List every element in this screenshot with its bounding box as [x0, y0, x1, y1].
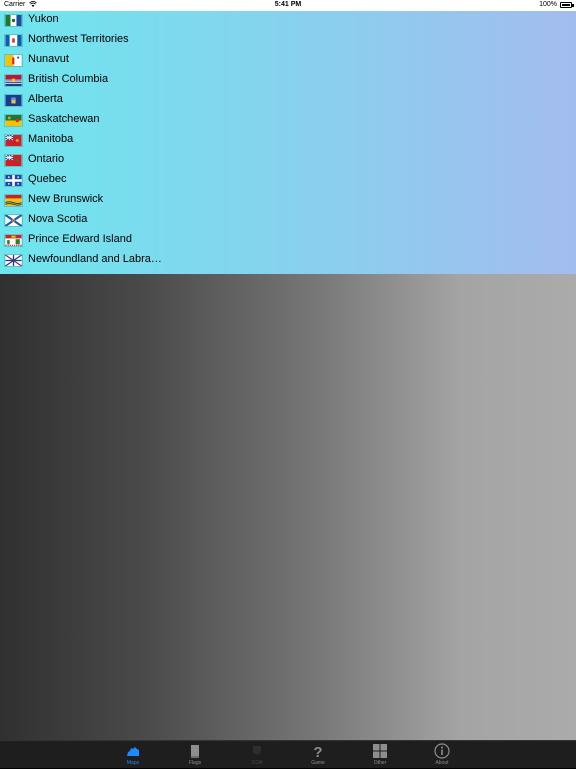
- list-item[interactable]: Nunavut: [0, 51, 576, 71]
- map-view[interactable]: [0, 274, 576, 740]
- question-mark-icon: ?: [313, 744, 322, 759]
- battery-percent: 100%: [539, 1, 557, 8]
- tab-maps[interactable]: Maps: [113, 741, 153, 769]
- newfoundland-flag-icon: [4, 254, 23, 267]
- tab-about[interactable]: About: [422, 741, 462, 769]
- province-name: Yukon: [28, 13, 59, 25]
- yukon-flag-icon: [4, 14, 23, 27]
- province-name: Northwest Territories: [28, 33, 129, 45]
- saskatchewan-flag-icon: [4, 114, 23, 127]
- list-item[interactable]: Newfoundland and Labra…: [0, 251, 576, 271]
- province-name: British Columbia: [28, 73, 109, 85]
- list-item[interactable]: Saskatchewan: [0, 111, 576, 131]
- list-item[interactable]: Yukon: [0, 11, 576, 31]
- tab-label: Flags: [188, 760, 202, 766]
- nova-scotia-flag-icon: [4, 214, 23, 227]
- nunavut-flag-icon: [4, 54, 23, 67]
- province-name: Newfoundland and Labra…: [28, 253, 162, 265]
- province-name: Nunavut: [28, 53, 69, 65]
- list-item[interactable]: Manitoba: [0, 131, 576, 151]
- quebec-flag-icon: [4, 174, 23, 187]
- tab-bar: Maps Flags COA ? Game Other About: [0, 740, 576, 768]
- list-item[interactable]: Alberta: [0, 91, 576, 111]
- list-item[interactable]: Nova Scotia: [0, 211, 576, 231]
- province-name: Nova Scotia: [28, 213, 88, 225]
- coat-of-arms-icon: [253, 746, 261, 755]
- province-name: Saskatchewan: [28, 113, 100, 125]
- british-columbia-flag-icon: [4, 74, 23, 87]
- manitoba-flag-icon: [4, 134, 23, 147]
- province-name: Ontario: [28, 153, 65, 165]
- tab-game[interactable]: ? Game: [298, 741, 338, 769]
- svg-text:?: ?: [313, 744, 322, 759]
- map-icon: [127, 747, 139, 756]
- ontario-flag-icon: [4, 154, 23, 167]
- province-name: Quebec: [28, 173, 67, 185]
- province-name: Manitoba: [28, 133, 74, 145]
- province-name: New Brunswick: [28, 193, 104, 205]
- list-item[interactable]: Quebec: [0, 171, 576, 191]
- tab-other[interactable]: Other: [360, 741, 400, 769]
- province-list[interactable]: Yukon Northwest Territories Nunavut Brit…: [0, 11, 576, 274]
- tab-label: Other: [373, 760, 387, 766]
- flag-icon: [191, 745, 199, 758]
- list-item[interactable]: Ontario: [0, 151, 576, 171]
- northwest-territories-flag-icon: [4, 34, 23, 47]
- tab-label: Maps: [126, 760, 140, 766]
- prince-edward-island-flag-icon: [4, 234, 23, 247]
- status-bar: Carrier 5:41 PM 100%: [0, 0, 576, 11]
- tab-label: Game: [311, 760, 325, 766]
- tab-coa[interactable]: COA: [237, 741, 277, 769]
- status-time: 5:41 PM: [274, 1, 302, 8]
- list-item[interactable]: Northwest Territories: [0, 31, 576, 51]
- info-icon: [434, 743, 450, 759]
- alberta-flag-icon: [4, 94, 23, 107]
- battery-icon: [560, 2, 572, 8]
- province-name: Prince Edward Island: [28, 233, 132, 245]
- tab-flags[interactable]: Flags: [175, 741, 215, 769]
- list-item[interactable]: New Brunswick: [0, 191, 576, 211]
- list-item[interactable]: British Columbia: [0, 71, 576, 91]
- new-brunswick-flag-icon: [4, 194, 23, 207]
- list-item[interactable]: Prince Edward Island: [0, 231, 576, 251]
- grid-icon: [373, 744, 387, 758]
- tab-label: About: [435, 760, 449, 766]
- tab-label: COA: [251, 760, 263, 766]
- province-name: Alberta: [28, 93, 63, 105]
